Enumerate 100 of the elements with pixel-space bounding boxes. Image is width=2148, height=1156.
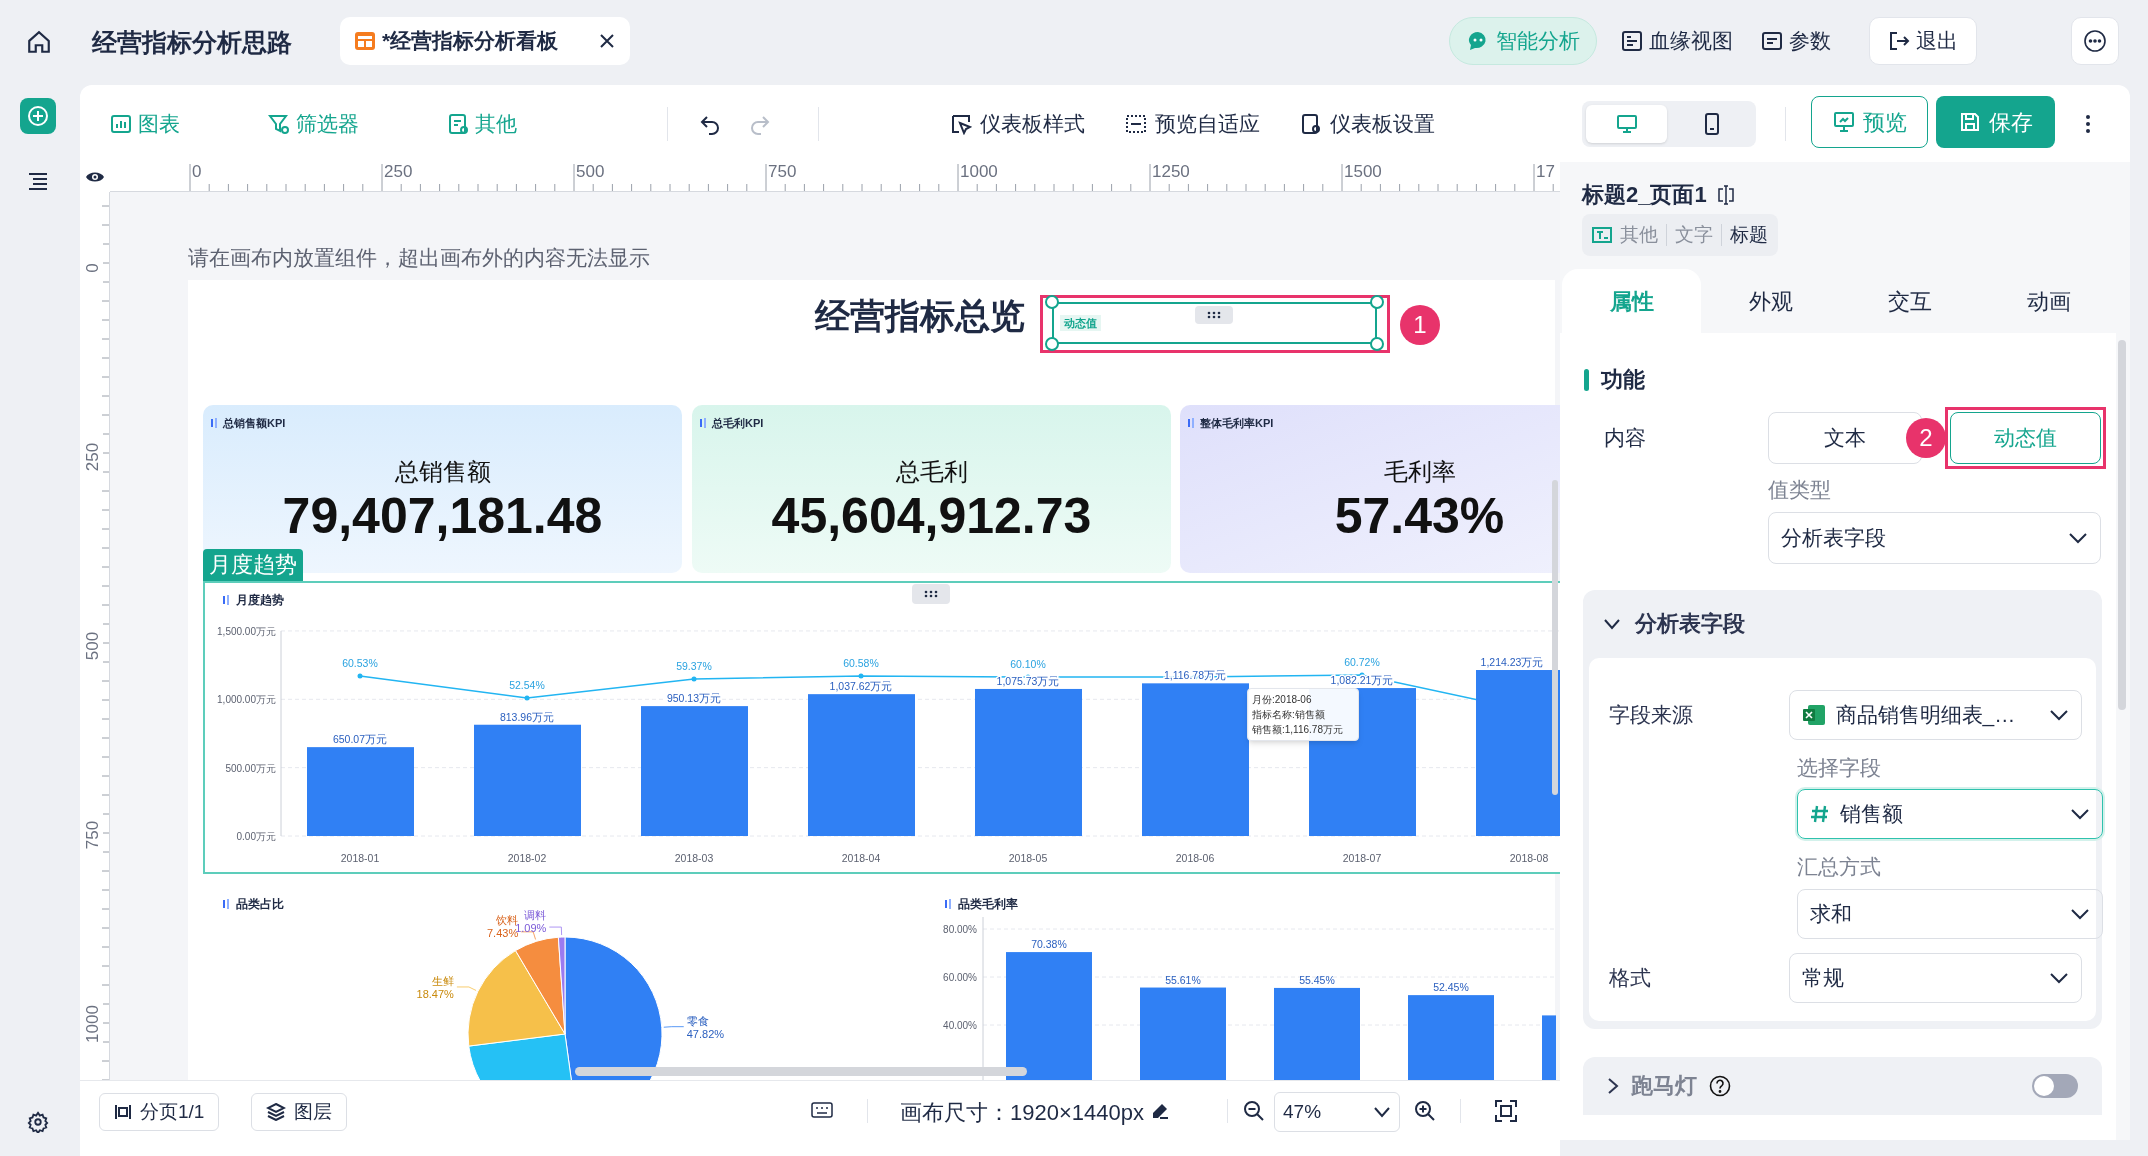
params-button[interactable]: 参数: [1757, 17, 1835, 65]
axis-label: 2018-06: [1175, 852, 1215, 864]
kpi-label: 毛利率: [1383, 457, 1456, 487]
help-icon[interactable]: [1709, 1074, 1731, 1097]
kpi-label: 总毛利: [895, 457, 968, 487]
axis-label: 0.00万元: [236, 831, 276, 842]
value-label: 1,075.73万元: [996, 674, 1060, 687]
widget-icon: [447, 112, 469, 135]
chevron-down-icon: [2070, 808, 2090, 820]
value-label: 60.58%: [843, 657, 879, 669]
keyboard-icon[interactable]: [811, 1102, 833, 1118]
rename-icon[interactable]: [1716, 184, 1735, 205]
section-title: 跑马灯: [1631, 1072, 1697, 1100]
value-label: 59.37%: [676, 660, 712, 672]
value-label: 70.38%: [1031, 938, 1067, 951]
exit-button[interactable]: 退出: [1869, 17, 1977, 65]
zoom-in-icon[interactable]: [1414, 1100, 1436, 1122]
leader-line: [456, 986, 477, 991]
diagram-icon: [1621, 30, 1643, 52]
field-select[interactable]: 求和: [1797, 888, 2103, 939]
component-name: 标题2_页面1: [1582, 181, 1707, 209]
bar-icon: [223, 595, 231, 605]
field-label: 值类型: [1768, 477, 1832, 503]
drag-handle[interactable]: [912, 584, 950, 604]
field-select[interactable]: 销售额: [1797, 789, 2103, 839]
axis-label: 2018-08: [1509, 852, 1549, 864]
hash-icon: [1810, 804, 1830, 824]
dashboard-style-button[interactable]: 仪表板样式: [950, 107, 1085, 140]
fit-icon: [1125, 112, 1147, 135]
settings-icon[interactable]: [27, 1111, 49, 1133]
value-label: 52.54%: [509, 679, 545, 691]
chevron-down-icon: [1603, 617, 1621, 630]
panel-tab[interactable]: 交互: [1840, 269, 1979, 333]
edit-icon[interactable]: [1150, 1101, 1170, 1121]
panel-tab[interactable]: 动画: [1979, 269, 2118, 333]
spreadsheet-icon: [1801, 703, 1826, 726]
page-button[interactable]: 分页1/1: [99, 1093, 220, 1131]
chevron-down-icon: [2049, 708, 2069, 721]
section-title: 功能: [1601, 366, 1645, 394]
panel-tab[interactable]: 外观: [1701, 269, 1840, 333]
app-title: 经营指标分析思路: [92, 27, 292, 58]
toggle-switch[interactable]: [2032, 1073, 2078, 1098]
breadcrumb-item[interactable]: 标题: [1730, 220, 1768, 250]
field-select[interactable]: 商品销售明细表_…: [1788, 689, 2082, 740]
value-label: 55.45%: [1299, 973, 1335, 986]
preview-fit-button[interactable]: 预览自适应: [1125, 107, 1260, 140]
axis-label: 2018-03: [674, 852, 714, 864]
kpi-value: 79,407,181.48: [282, 487, 603, 545]
kpi-label: 总销售额: [394, 457, 491, 487]
value-label: 813.96万元: [499, 710, 555, 723]
save-icon: [1958, 111, 1981, 133]
dashboard-settings-button[interactable]: 仪表板设置: [1300, 107, 1435, 140]
kpi-value: 45,604,912.73: [771, 487, 1092, 545]
layers-button[interactable]: 图层: [251, 1093, 347, 1131]
zoom-out-icon[interactable]: [1243, 1100, 1265, 1122]
bar-icon: [211, 418, 219, 429]
add-button[interactable]: [20, 98, 56, 134]
kpi-value: 57.43%: [1334, 487, 1505, 545]
field-label: 选择字段: [1797, 754, 1882, 781]
mobile-icon: [1703, 113, 1720, 135]
dynamic-value-tag: 动态值: [1060, 314, 1101, 332]
outline-icon[interactable]: [27, 170, 49, 192]
field-select[interactable]: 常规: [1788, 952, 2082, 1003]
dashboard-title: 经营指标总览: [815, 295, 1025, 337]
close-icon[interactable]: [598, 32, 616, 50]
grip-icon: [1207, 311, 1221, 319]
slice-label: 饮料: [496, 913, 519, 926]
scrollbar[interactable]: [2118, 340, 2126, 710]
document-tab[interactable]: *经营指标分析看板: [340, 17, 630, 65]
axis-label: 80.00%: [943, 924, 977, 935]
chevron-down-icon: [2049, 971, 2069, 984]
plus-icon: [26, 104, 50, 128]
chevron-right-icon: [1607, 1076, 1619, 1095]
drag-handle[interactable]: [1195, 306, 1233, 324]
home-icon[interactable]: [26, 29, 52, 55]
pages-icon: [114, 1103, 132, 1121]
leader-line: [520, 931, 536, 940]
value-type-select[interactable]: 分析表字段: [1768, 511, 2101, 564]
axis-label: 40.00%: [943, 1020, 977, 1031]
exit-icon: [1888, 30, 1910, 52]
value-label: 60.53%: [342, 657, 378, 669]
monitor-icon: [1832, 111, 1855, 133]
tooltip-line: 指标名称:销售额: [1252, 708, 1326, 722]
more-button[interactable]: [2071, 17, 2119, 65]
grip-icon: [924, 590, 938, 598]
slice-label: 47.82%: [686, 1027, 725, 1040]
eye-icon[interactable]: [85, 170, 105, 184]
axis-label: 2018-07: [1342, 852, 1382, 864]
canvas-size-label: 画布尺寸：1920×1440px: [900, 1099, 1144, 1127]
chart-title: 品类毛利率: [958, 896, 1018, 913]
slice-label: 18.47%: [416, 987, 454, 1000]
lineage-button[interactable]: 血缘视图: [1617, 17, 1737, 65]
tooltip-line: 月份:2018-06: [1252, 693, 1313, 707]
chevron-down-icon: [1373, 1106, 1391, 1118]
scrollbar[interactable]: [1552, 480, 1558, 795]
fit-screen-icon[interactable]: [1495, 1100, 1517, 1122]
group-header[interactable]: 分析表字段: [1583, 589, 2102, 658]
zoom-select[interactable]: 47%: [1274, 1092, 1400, 1132]
scrollbar[interactable]: [575, 1067, 1027, 1076]
bar-icon: [223, 899, 231, 909]
